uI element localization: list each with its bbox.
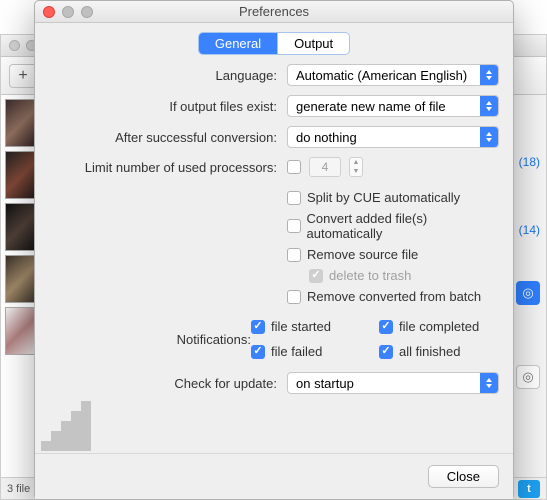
side-tool[interactable]: ◎ <box>516 365 540 389</box>
delete-trash-option: delete to trash <box>287 268 499 283</box>
tab-bar: General Output <box>35 23 513 60</box>
resize-grip-icon[interactable] <box>41 391 101 451</box>
status-text: 3 file <box>7 483 30 495</box>
label-limit-proc: Limit number of used processors: <box>49 160 277 175</box>
notif-label: file started <box>271 319 331 334</box>
dialog-title: Preferences <box>35 4 513 19</box>
twitter-icon[interactable]: t <box>518 480 540 498</box>
label-language: Language: <box>49 68 277 83</box>
split-cue-label: Split by CUE automatically <box>307 190 460 205</box>
split-cue-option[interactable]: Split by CUE automatically <box>287 190 499 205</box>
checkbox-icon <box>379 345 393 359</box>
limit-proc-checkbox[interactable] <box>287 160 301 174</box>
check-update-select[interactable]: on startup <box>287 372 499 394</box>
check-update-value: on startup <box>296 376 354 391</box>
dropdown-arrow-icon <box>480 65 498 85</box>
modal-titlebar: Preferences <box>35 1 513 23</box>
notif-file-failed[interactable]: file failed <box>251 344 361 359</box>
bg-traffic-dot <box>9 40 20 51</box>
remove-converted-option[interactable]: Remove converted from batch <box>287 289 499 304</box>
add-button[interactable]: + <box>9 64 37 88</box>
preferences-dialog: Preferences General Output Language: Aut… <box>34 0 514 500</box>
after-conv-select[interactable]: do nothing <box>287 126 499 148</box>
remove-source-option[interactable]: Remove source file <box>287 247 499 262</box>
tab-general[interactable]: General <box>199 33 277 54</box>
remove-source-label: Remove source file <box>307 247 418 262</box>
close-button[interactable]: Close <box>428 465 499 488</box>
notif-label: file failed <box>271 344 322 359</box>
notif-all-finished[interactable]: all finished <box>379 344 499 359</box>
count-link[interactable]: (14) <box>519 223 540 237</box>
convert-auto-label: Convert added file(s) automatically <box>307 211 499 241</box>
after-conv-value: do nothing <box>296 130 357 145</box>
dialog-footer: Close <box>35 453 513 499</box>
label-notifications: Notifications: <box>49 332 251 347</box>
notif-file-completed[interactable]: file completed <box>379 319 499 334</box>
language-value: Automatic (American English) <box>296 68 467 83</box>
proc-count-field[interactable]: 4 <box>309 157 341 177</box>
if-exist-value: generate new name of file <box>296 99 446 114</box>
side-tool-selected[interactable]: ◎ <box>516 281 540 305</box>
remove-converted-label: Remove converted from batch <box>307 289 481 304</box>
dropdown-arrow-icon <box>480 373 498 393</box>
language-select[interactable]: Automatic (American English) <box>287 64 499 86</box>
checkbox-icon <box>251 320 265 334</box>
if-exist-select[interactable]: generate new name of file <box>287 95 499 117</box>
label-if-exist: If output files exist: <box>49 99 277 114</box>
label-check-update: Check for update: <box>49 376 277 391</box>
checkbox-icon <box>309 269 323 283</box>
checkbox-icon <box>251 345 265 359</box>
dropdown-arrow-icon <box>480 127 498 147</box>
proc-stepper[interactable]: ▲▼ <box>349 157 363 177</box>
label-after-conv: After successful conversion: <box>49 130 277 145</box>
notif-label: file completed <box>399 319 479 334</box>
bg-right-panel: (18) (14) ◎ ◎ <box>514 155 546 389</box>
delete-trash-label: delete to trash <box>329 268 411 283</box>
notif-label: all finished <box>399 344 460 359</box>
checkbox-icon <box>287 219 301 233</box>
count-link[interactable]: (18) <box>519 155 540 169</box>
checkbox-icon <box>379 320 393 334</box>
convert-auto-option[interactable]: Convert added file(s) automatically <box>287 211 499 241</box>
checkbox-icon <box>287 248 301 262</box>
preferences-form: Language: Automatic (American English) I… <box>35 60 513 453</box>
tab-output[interactable]: Output <box>277 33 349 54</box>
dropdown-arrow-icon <box>480 96 498 116</box>
checkbox-icon <box>287 290 301 304</box>
checkbox-icon <box>287 191 301 205</box>
notif-file-started[interactable]: file started <box>251 319 361 334</box>
